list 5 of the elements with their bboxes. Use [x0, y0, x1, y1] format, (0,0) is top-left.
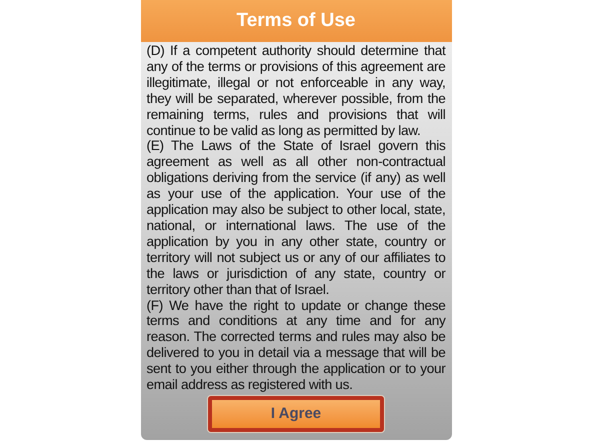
agree-button[interactable]: I Agree [208, 396, 384, 432]
terms-paragraph: (F) We have the right to update or change these terms and conditions at any time and for any reason. The corrected terms and rules may also be delivered to you in detail via a message that will be sent to you either through the application or to your email address as registered with us. [146, 298, 446, 393]
header-title: Terms of Use [236, 8, 356, 33]
terms-paragraph: (D) If a competent authority should determine that any of the terms or provisions of this agreement are illegitimate, illegal or not enforceable in any way, they will be separated, wherever possible, from the remaining terms, rules and provisions that will continue to be valid as long as permitted by law. [146, 43, 446, 138]
terms-paragraph: (E) The Laws of the State of Israel govern this agreement as well as all other non-contractual obligations deriving from the service (if any) as well as your use of the application. Your use of the application may also be subject to other local, state, national, or international laws. The use of the application by you in any other state, country or territory will not subject us or any of our affiliates to the laws or jurisdiction of any state, country or territory other than that of Israel. [146, 138, 446, 298]
